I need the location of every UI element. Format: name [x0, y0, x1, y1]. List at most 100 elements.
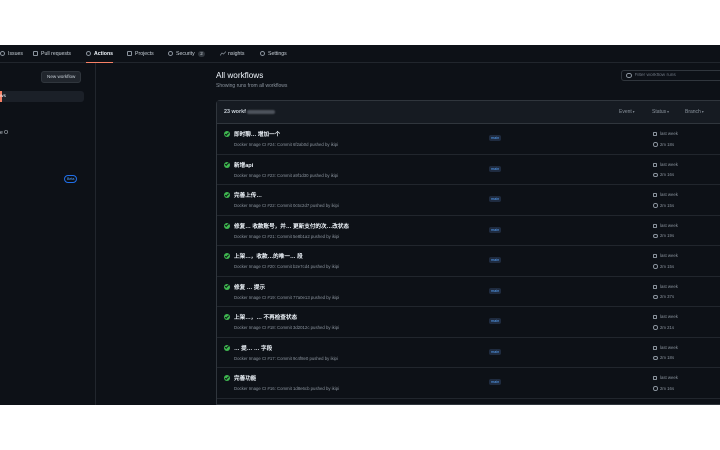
run-duration: 2m 37s [660, 294, 675, 299]
run-duration: 2m 19s [660, 233, 675, 238]
run-duration: 2m 16s [660, 172, 675, 177]
runs-list-header: 23 workf Event Status Branch [217, 101, 720, 124]
clock-icon [653, 386, 658, 391]
run-title[interactable]: 修复… 收款账号，并… 更新支付的次…改状态 [234, 222, 349, 230]
search-icon [626, 72, 632, 79]
run-date: last week [660, 161, 678, 167]
clock-icon [653, 355, 658, 360]
redacted-text [246, 109, 275, 114]
calendar-icon [653, 132, 657, 136]
status-filter-dropdown[interactable]: Status [652, 101, 669, 124]
workflow-runs-list: 23 workf Event Status Branch 即时聊… 增加一个 Do… [216, 100, 720, 405]
success-check-icon [224, 283, 230, 290]
run-subtitle: Docker Image CI #19: Commit 77a0e13 push… [234, 294, 340, 300]
play-icon [86, 51, 91, 56]
run-duration: 2m 18s [660, 355, 675, 360]
run-date: last week [660, 131, 678, 136]
new-workflow-button[interactable]: New workflow [41, 71, 82, 83]
workflows-sidebar: New workflow ws e O Beta [0, 63, 96, 405]
page-subtitle: Showing runs from all workflows [216, 83, 288, 89]
security-count-badge: 2 [197, 50, 206, 57]
run-subtitle: Docker Image CI #20: Commit b2e7cd4 push… [234, 264, 340, 269]
workflow-run-row[interactable]: 完善功能 Docker Image CI #16: Commit 1d8e6cb … [217, 368, 720, 399]
branch-label[interactable]: main [489, 348, 502, 355]
filter-input[interactable] [634, 73, 720, 78]
branch-label[interactable]: main [489, 196, 502, 202]
tab-label: Settings [268, 50, 287, 57]
workflow-run-row[interactable]: 修复 … 提示 Docker Image CI #19: Commit 77a0e… [217, 277, 720, 307]
branch-label[interactable]: main [489, 226, 502, 233]
issue-icon [0, 51, 5, 56]
workflow-run-row[interactable]: 新增api Docker Image CI #23: Commit a9f1d30… [217, 155, 720, 185]
tab-actions[interactable]: Actions [86, 45, 114, 63]
table-icon [127, 51, 132, 56]
run-title[interactable]: 完善功能 [234, 374, 256, 382]
filter-workflow-runs[interactable] [621, 70, 720, 81]
run-subtitle: Docker Image CI #23: Commit a9f1d30 push… [234, 172, 339, 178]
success-check-icon [224, 131, 230, 137]
run-duration: 2m 15s [660, 202, 675, 208]
workflow-run-row[interactable]: 上架…，收款…的唯一… 段 Docker Image CI #20: Commit… [217, 246, 720, 277]
github-actions-page: Issues Pull requests Actions Projects Se… [0, 45, 720, 405]
tab-label: Security [176, 50, 195, 57]
branch-label[interactable]: main [489, 318, 502, 324]
gear-icon [260, 51, 265, 56]
workflow-run-row[interactable]: 完善上传… Docker Image CI #22: Commit 0c5c2d7… [217, 185, 720, 216]
run-duration: 2m 18s [660, 141, 675, 147]
branch-label[interactable]: main [489, 257, 502, 263]
run-title[interactable]: 上架…，… 不再检查状态 [234, 313, 297, 321]
run-duration: 2m 15s [660, 263, 675, 269]
clock-icon [653, 172, 658, 177]
branch-label[interactable]: main [489, 287, 502, 294]
sidebar-item-workflow[interactable]: e O [0, 130, 8, 136]
workflow-run-row[interactable]: 上架…，… 不再检查状态 Docker Image CI #18: Commit … [217, 307, 720, 338]
run-title[interactable]: 上架…，收款…的唯一… 段 [234, 252, 303, 260]
tab-label: Projects [135, 50, 154, 57]
calendar-icon [653, 284, 657, 289]
run-subtitle: Docker Image CI #21: Commit 5e8b1a2 push… [234, 233, 340, 239]
sidebar-item-all-workflows[interactable]: ws [0, 91, 84, 102]
runs-count: 23 workf [224, 101, 275, 124]
run-date: last week [660, 344, 678, 350]
run-date: last week [660, 192, 678, 197]
calendar-icon [653, 193, 657, 197]
run-title[interactable]: 新增api [234, 161, 253, 169]
run-subtitle: Docker Image CI #22: Commit 0c5c2d7 push… [234, 203, 339, 208]
tab-projects[interactable]: Projects [127, 45, 154, 62]
tab-label: Issues [8, 50, 23, 57]
tab-security[interactable]: Security 2 [168, 45, 206, 62]
calendar-icon [653, 315, 657, 319]
run-title[interactable]: 修复 … 提示 [234, 283, 265, 291]
clock-icon [653, 325, 658, 330]
run-title[interactable]: 完善上传… [234, 191, 262, 199]
run-subtitle: Docker Image CI #16: Commit 1d8e6cb push… [234, 386, 340, 391]
workflow-run-row[interactable]: 修复… 收款账号，并… 更新支付的次…改状态 Docker Image CI #2… [217, 216, 720, 246]
run-date: last week [660, 222, 678, 228]
tab-insights[interactable]: nsights [219, 45, 244, 62]
success-check-icon [224, 314, 230, 320]
branch-label[interactable]: main [489, 135, 502, 141]
branch-filter-dropdown[interactable]: Branch [685, 101, 704, 124]
repo-tabs: Issues Pull requests Actions Projects Se… [0, 45, 720, 63]
tab-settings[interactable]: Settings [260, 45, 287, 62]
workflow-run-row[interactable]: … 提… … 字段 Docker Image CI #17: Commit 9c4… [217, 338, 720, 368]
run-duration: 2m 21s [660, 324, 675, 330]
calendar-icon [653, 223, 657, 228]
calendar-icon [653, 162, 657, 167]
clock-icon [653, 203, 658, 208]
run-subtitle: Docker Image CI #17: Commit 9c4f8e0 push… [234, 355, 338, 361]
branch-label[interactable]: main [489, 165, 502, 172]
graph-icon [219, 51, 227, 56]
tab-issues[interactable]: Issues [0, 45, 23, 62]
run-title[interactable]: … 提… … 字段 [234, 344, 272, 352]
success-check-icon [224, 375, 230, 381]
branch-label[interactable]: main [489, 379, 502, 385]
run-title[interactable]: 即时聊… 增加一个 [234, 130, 280, 138]
tab-pull-requests[interactable]: Pull requests [33, 45, 71, 62]
shield-icon [168, 51, 173, 56]
workflow-run-row[interactable]: 即时聊… 增加一个 Docker Image CI #24: Commit 6f2… [217, 124, 720, 155]
run-date: last week [660, 314, 678, 319]
success-check-icon [224, 344, 230, 351]
beta-badge: Beta [64, 175, 78, 183]
event-filter-dropdown[interactable]: Event [619, 101, 635, 124]
